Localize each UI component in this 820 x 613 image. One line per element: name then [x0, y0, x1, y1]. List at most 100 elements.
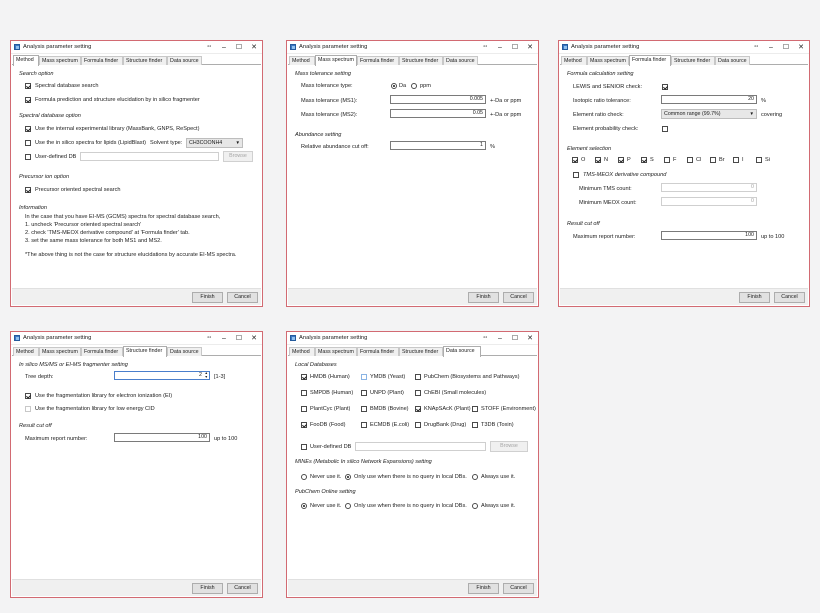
tab-method[interactable]: Method [289, 56, 315, 65]
element-probability-checkbox[interactable] [662, 126, 668, 132]
tab-structure-finder[interactable]: Structure finder [123, 346, 167, 357]
precursor-oriented-checkbox[interactable] [25, 187, 31, 193]
close-icon[interactable]: ✕ [525, 333, 535, 344]
element-ratio-select[interactable]: Common range (99.7%) ▼ [661, 109, 757, 119]
close-icon[interactable]: ✕ [249, 333, 259, 344]
tree-depth-input[interactable]: 2 ▲ ▼ [114, 371, 210, 380]
close-icon[interactable]: ✕ [249, 42, 259, 53]
db-t3db-checkbox[interactable] [472, 422, 478, 428]
minimize-icon[interactable]: – [766, 42, 776, 53]
maximize-icon[interactable]: ☐ [781, 42, 791, 53]
db-plantcyc-checkbox[interactable] [301, 406, 307, 412]
tab-data-source[interactable]: Data source [443, 56, 478, 65]
maximize-icon[interactable]: ☐ [234, 333, 244, 344]
tab-formula-finder[interactable]: Formula finder [81, 347, 123, 356]
ei-library-checkbox[interactable] [25, 393, 31, 399]
solvent-type-select[interactable]: CH3COONH4 ▼ [186, 138, 243, 148]
element-si-checkbox[interactable] [756, 157, 762, 163]
tab-formula-finder[interactable]: Formula finder [629, 55, 671, 66]
spectral-db-search-checkbox[interactable] [25, 83, 31, 89]
finish-button[interactable]: Finish [739, 292, 770, 303]
mines-only-radio[interactable] [345, 474, 351, 480]
max-report-input[interactable]: 100 [661, 231, 757, 240]
minimize-icon[interactable]: – [219, 42, 229, 53]
element-o-checkbox[interactable] [572, 157, 578, 163]
minimize-icon[interactable]: – [495, 42, 505, 53]
isotopic-ratio-input[interactable]: 20 [661, 95, 757, 104]
max-report-input[interactable]: 100 [114, 433, 210, 442]
db-hmdb-checkbox[interactable] [301, 374, 307, 380]
restore-icon[interactable]: ⁴⁴ [751, 42, 761, 53]
finish-button[interactable]: Finish [192, 292, 223, 303]
minimize-icon[interactable]: – [219, 333, 229, 344]
db-smpdb-checkbox[interactable] [301, 390, 307, 396]
ppm-radio[interactable] [411, 83, 417, 89]
db-ymdb-checkbox[interactable] [361, 374, 367, 380]
restore-icon[interactable]: ⁴⁴ [204, 42, 214, 53]
cancel-button[interactable]: Cancel [227, 292, 258, 303]
db-ecmdb-checkbox[interactable] [361, 422, 367, 428]
db-stoff-checkbox[interactable] [472, 406, 478, 412]
tms-meox-checkbox[interactable] [573, 172, 579, 178]
db-unpd-checkbox[interactable] [361, 390, 367, 396]
tab-data-source[interactable]: Data source [167, 347, 202, 356]
ms2-input[interactable]: 0.05 [390, 109, 486, 118]
maximize-icon[interactable]: ☐ [510, 333, 520, 344]
cancel-button[interactable]: Cancel [227, 583, 258, 594]
tab-formula-finder[interactable]: Formula finder [357, 347, 399, 356]
tab-mass-spectrum[interactable]: Mass spectrum [587, 56, 629, 65]
cancel-button[interactable]: Cancel [503, 583, 534, 594]
pubchem-never-radio[interactable] [301, 503, 307, 509]
db-pubchem-checkbox[interactable] [415, 374, 421, 380]
low-energy-checkbox[interactable] [25, 406, 31, 412]
tab-formula-finder[interactable]: Formula finder [357, 56, 399, 65]
ms1-input[interactable]: 0.005 [390, 95, 486, 104]
lewis-senior-checkbox[interactable] [662, 84, 668, 90]
close-icon[interactable]: ✕ [796, 42, 806, 53]
user-defined-db-path-input[interactable] [355, 442, 486, 451]
db-knapsack-checkbox[interactable] [415, 406, 421, 412]
browse-button[interactable]: Browse [490, 441, 528, 452]
mines-always-radio[interactable] [472, 474, 478, 480]
tab-mass-spectrum[interactable]: Mass spectrum [315, 347, 357, 356]
mines-never-radio[interactable] [301, 474, 307, 480]
element-cl-checkbox[interactable] [687, 157, 693, 163]
tab-formula-finder[interactable]: Formula finder [81, 56, 123, 65]
tab-mass-spectrum[interactable]: Mass spectrum [39, 56, 81, 65]
tab-structure-finder[interactable]: Structure finder [399, 347, 443, 356]
element-n-checkbox[interactable] [595, 157, 601, 163]
element-br-checkbox[interactable] [710, 157, 716, 163]
db-chebi-checkbox[interactable] [415, 390, 421, 396]
close-icon[interactable]: ✕ [525, 42, 535, 53]
internal-library-checkbox[interactable] [25, 126, 31, 132]
element-f-checkbox[interactable] [664, 157, 670, 163]
formula-prediction-checkbox[interactable] [25, 97, 31, 103]
tab-structure-finder[interactable]: Structure finder [671, 56, 715, 65]
tab-mass-spectrum[interactable]: Mass spectrum [315, 55, 357, 66]
restore-icon[interactable]: ⁴⁴ [204, 333, 214, 344]
pubchem-only-radio[interactable] [345, 503, 351, 509]
min-meox-input[interactable]: 0 [661, 197, 757, 206]
rel-abundance-input[interactable]: 1 [390, 141, 486, 150]
minimize-icon[interactable]: – [495, 333, 505, 344]
element-p-checkbox[interactable] [618, 157, 624, 163]
tab-structure-finder[interactable]: Structure finder [399, 56, 443, 65]
tab-method[interactable]: Method [289, 347, 315, 356]
user-defined-db-path-input[interactable] [80, 152, 219, 161]
element-i-checkbox[interactable] [733, 157, 739, 163]
tab-data-source[interactable]: Data source [167, 56, 202, 65]
tab-data-source[interactable]: Data source [443, 346, 481, 357]
db-drugbank-checkbox[interactable] [415, 422, 421, 428]
tab-method[interactable]: Method [13, 55, 39, 66]
lipidblast-checkbox[interactable] [25, 140, 31, 146]
maximize-icon[interactable]: ☐ [510, 42, 520, 53]
finish-button[interactable]: Finish [468, 583, 499, 594]
user-defined-db-checkbox[interactable] [25, 154, 31, 160]
pubchem-always-radio[interactable] [472, 503, 478, 509]
restore-icon[interactable]: ⁴⁴ [480, 333, 490, 344]
tab-method[interactable]: Method [561, 56, 587, 65]
tab-mass-spectrum[interactable]: Mass spectrum [39, 347, 81, 356]
maximize-icon[interactable]: ☐ [234, 42, 244, 53]
user-defined-db-checkbox[interactable] [301, 444, 307, 450]
tab-structure-finder[interactable]: Structure finder [123, 56, 167, 65]
